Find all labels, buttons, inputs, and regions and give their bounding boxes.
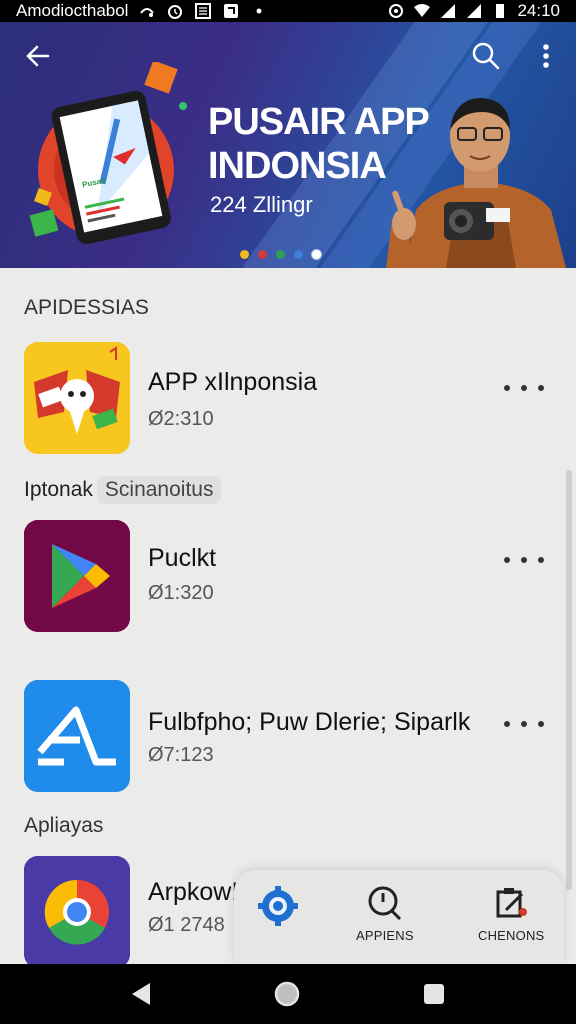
app-list-item[interactable]: Fulbfpho; Puw Dlerie; Siparlk Ø7:123 (0, 680, 576, 796)
app-meta: Ø2:310 (148, 408, 214, 430)
back-icon[interactable] (128, 980, 156, 1008)
recents-icon[interactable] (420, 980, 448, 1008)
more-options-button[interactable] (504, 714, 544, 734)
app-meta: Ø1:320 (148, 582, 214, 604)
more-options-button[interactable] (504, 550, 544, 570)
search-icon[interactable] (470, 40, 502, 72)
more-options-button[interactable] (504, 378, 544, 398)
system-nav-bar (0, 964, 576, 1024)
status-bar: Amodiocthabol 24:10 (0, 0, 576, 22)
chrome-icon (24, 856, 130, 968)
battery-icon (496, 4, 505, 18)
wifi-icon (414, 4, 431, 17)
app-name: APP xIlnponsia (148, 368, 318, 396)
app-name: Puclkt (148, 544, 217, 572)
carousel-dot[interactable] (294, 250, 303, 259)
signal-icon (467, 4, 482, 18)
chenons-label: CHENONS (478, 928, 545, 943)
hero-banner[interactable]: Pusair PUSAIR APP INDONSIA 224 Zllingr (0, 22, 576, 268)
scrollbar[interactable] (566, 470, 572, 890)
app-xlnponsia-icon (24, 342, 130, 454)
sync-icon (389, 4, 404, 18)
section-label: Iptonak (24, 478, 93, 501)
tablet-illustration (29, 62, 187, 245)
signal-icon (441, 4, 456, 18)
bottom-action-card: APPIENS CHENONS (234, 870, 564, 964)
carousel-indicator[interactable] (240, 250, 321, 259)
banner-subtitle: 224 Zllingr (210, 192, 313, 217)
app-meta: Ø7:123 (148, 744, 214, 766)
chenons-button[interactable]: CHENONS (478, 884, 544, 943)
app-name: Fulbfpho; Puw Dlerie; Siparlk (148, 708, 471, 736)
section-chip[interactable]: Scinanoitus (96, 476, 222, 504)
app-name: Arpkow! (148, 878, 239, 906)
gallery-icon (195, 3, 212, 19)
notification-icon (140, 8, 155, 17)
app-meta: Ø1 2748 (148, 914, 225, 936)
appiens-label: APPIENS (356, 928, 414, 943)
app-list-item[interactable]: APP xIlnponsia Ø2:310 (0, 342, 576, 458)
carousel-dot[interactable] (276, 250, 285, 259)
section-title-apliayas: Apliayas (24, 814, 104, 837)
carousel-dot[interactable] (258, 250, 267, 259)
carousel-dot[interactable] (312, 250, 321, 259)
app-icon (224, 4, 239, 18)
alarm-icon (168, 5, 183, 19)
status-time: 24:10 (517, 1, 560, 20)
section-title-apidessias: APIDESSIAS (24, 296, 149, 319)
settings-gear-icon (258, 886, 298, 926)
presenter-photo (386, 98, 566, 268)
carousel-dot[interactable] (240, 250, 249, 259)
status-left-text: Amodiocthabol (16, 1, 129, 20)
app-store-icon (24, 680, 130, 792)
play-store-icon (24, 520, 130, 632)
settings-button[interactable] (256, 884, 300, 934)
section-title-iptonak: Iptonak Scinanoitus (24, 476, 222, 504)
clock-search-icon (368, 886, 401, 921)
app-list-item[interactable]: Puclkt Ø1:320 (0, 520, 576, 636)
appiens-button[interactable]: APPIENS (356, 884, 414, 943)
clipboard-edit-icon (496, 888, 528, 918)
dot-icon (256, 8, 262, 14)
more-vert-icon[interactable] (534, 40, 558, 72)
home-icon[interactable] (273, 980, 301, 1008)
